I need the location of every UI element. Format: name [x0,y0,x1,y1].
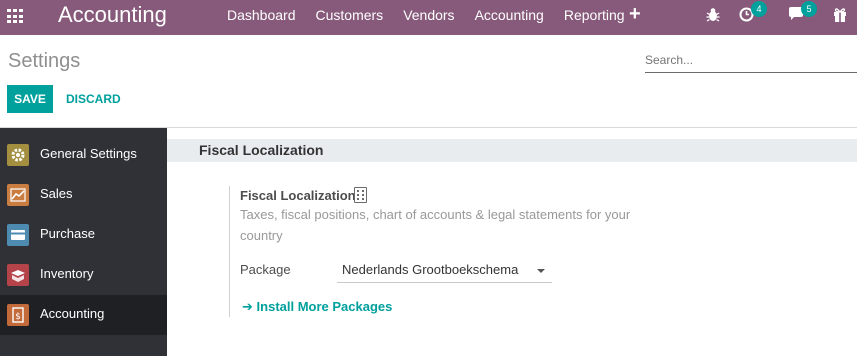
top-navbar: Accounting Dashboard Customers Vendors A… [0,0,857,35]
inventory-box-icon [7,264,29,286]
app-brand-title[interactable]: Accounting [58,2,167,28]
install-more-packages-label: Install More Packages [256,299,393,314]
debug-bug-icon[interactable] [706,7,720,26]
sidebar-item-general-settings[interactable]: General Settings [0,135,167,175]
sales-chart-icon [7,184,29,206]
menu-dashboard[interactable]: Dashboard [227,7,296,23]
plus-icon[interactable]: + [629,3,641,26]
messages-count-badge: 5 [801,1,817,17]
package-select-value: Nederlands Grootboekschema [342,262,519,277]
save-button[interactable]: SAVE [7,85,53,113]
discard-button[interactable]: DISCARD [66,92,121,106]
menu-vendors[interactable]: Vendors [403,7,454,23]
chevron-down-icon [537,269,545,273]
settings-sidebar: General Settings Sales Purchase Inventor… [0,128,167,356]
menu-reporting[interactable]: Reporting [564,7,625,23]
setting-box-divider [229,186,230,317]
section-title: Fiscal Localization [199,142,324,158]
sidebar-item-accounting[interactable]: $ Accounting [0,295,167,335]
activities-clock-icon[interactable]: 4 [739,1,767,25]
package-select[interactable]: Nederlands Grootboekschema [337,259,552,283]
apps-menu-icon[interactable] [7,9,24,24]
messages-chat-icon[interactable]: 5 [788,1,817,25]
install-more-packages-link[interactable]: ➔ Install More Packages [242,299,392,315]
gift-icon[interactable] [833,7,847,25]
arrow-right-icon: ➔ [242,299,253,314]
sidebar-item-label: Sales [40,186,73,201]
building-icon [354,187,367,203]
menu-accounting[interactable]: Accounting [475,7,544,23]
package-label: Package [240,262,291,277]
main-menu: Dashboard Customers Vendors Accounting R… [227,7,645,23]
sidebar-item-label: Purchase [40,226,95,241]
sidebar-item-label: General Settings [40,146,137,161]
svg-text:$: $ [15,312,21,322]
sidebar-item-sales[interactable]: Sales [0,175,167,215]
search-input[interactable] [645,47,857,73]
gear-icon [7,144,29,166]
sidebar-item-inventory[interactable]: Inventory [0,255,167,295]
setting-title: Fiscal Localization [240,188,356,203]
accounting-invoice-icon: $ [7,304,29,326]
page-title: Settings [8,50,81,72]
menu-customers[interactable]: Customers [316,7,384,23]
sidebar-item-purchase[interactable]: Purchase [0,215,167,255]
setting-description: Taxes, fiscal positions, chart of accoun… [240,207,631,243]
sidebar-item-label: Inventory [40,266,94,281]
section-header: Fiscal Localization [167,139,857,162]
activities-count-badge: 4 [751,1,767,17]
sidebar-item-label: Accounting [40,306,105,321]
purchase-card-icon [7,224,29,246]
